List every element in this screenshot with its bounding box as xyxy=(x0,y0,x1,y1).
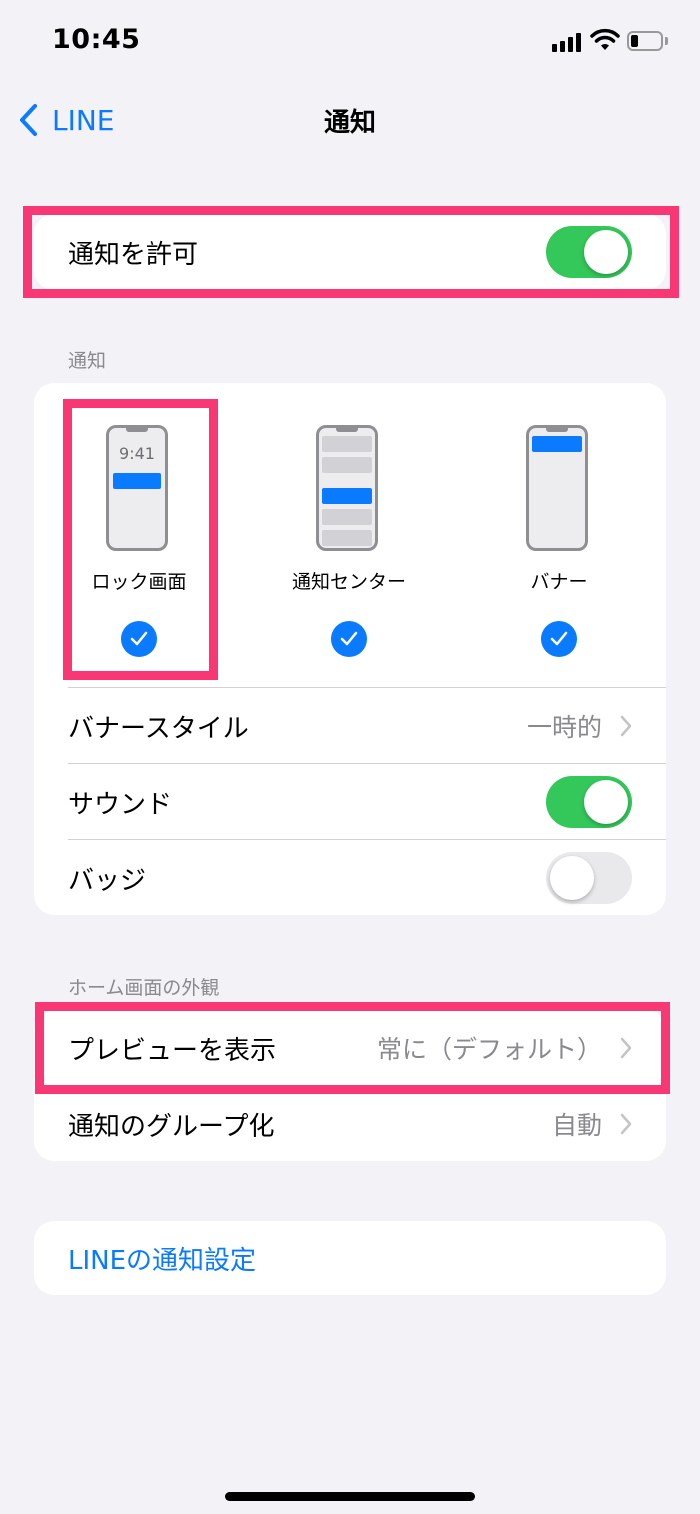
style-label-notification-center: 通知センター xyxy=(291,571,406,593)
style-notification-center[interactable]: 通知センター xyxy=(244,383,454,683)
home-indicator xyxy=(225,1492,475,1501)
notification-grouping-label: 通知のグループ化 xyxy=(68,1111,275,1142)
chevron-right-icon xyxy=(620,1113,632,1135)
style-banner[interactable]: バナー xyxy=(454,383,664,683)
style-label-banner: バナー xyxy=(530,571,588,593)
banner-style-value: 一時的 xyxy=(526,713,602,742)
line-settings-card: LINEの通知設定 xyxy=(34,1221,666,1295)
section-header-home-appearance: ホーム画面の外観 xyxy=(68,977,220,999)
page-title: 通知 xyxy=(323,108,376,138)
notification-center-illustration xyxy=(316,425,378,551)
banner-illustration xyxy=(526,425,588,551)
badges-row: バッジ xyxy=(34,840,666,915)
badges-toggle[interactable] xyxy=(546,852,632,904)
highlight-box-previews xyxy=(35,1002,670,1094)
sound-row: サウンド xyxy=(34,764,666,840)
battery-tip xyxy=(665,37,668,45)
checkmark-icon xyxy=(541,621,577,657)
highlight-box-allow xyxy=(23,206,679,298)
banner-style-row[interactable]: バナースタイル 一時的 xyxy=(34,688,666,764)
battery-icon xyxy=(627,31,663,51)
checkmark-icon xyxy=(331,621,367,657)
wifi-icon xyxy=(590,28,620,52)
line-notification-settings-label: LINEの通知設定 xyxy=(68,1245,257,1276)
sound-toggle[interactable] xyxy=(546,776,632,828)
highlight-box-lock-screen xyxy=(63,399,218,680)
notification-grouping-value: 自動 xyxy=(551,1111,602,1140)
badges-label: バッジ xyxy=(68,865,147,896)
sound-label: サウンド xyxy=(68,789,173,820)
line-notification-settings-link[interactable]: LINEの通知設定 xyxy=(34,1221,666,1295)
chevron-right-icon xyxy=(620,715,632,737)
notification-grouping-row[interactable]: 通知のグループ化 自動 xyxy=(34,1086,666,1161)
banner-style-label: バナースタイル xyxy=(68,713,249,744)
cellular-signal-icon xyxy=(552,32,584,52)
status-time: 10:45 xyxy=(52,24,141,55)
section-header-notifications: 通知 xyxy=(68,350,107,372)
